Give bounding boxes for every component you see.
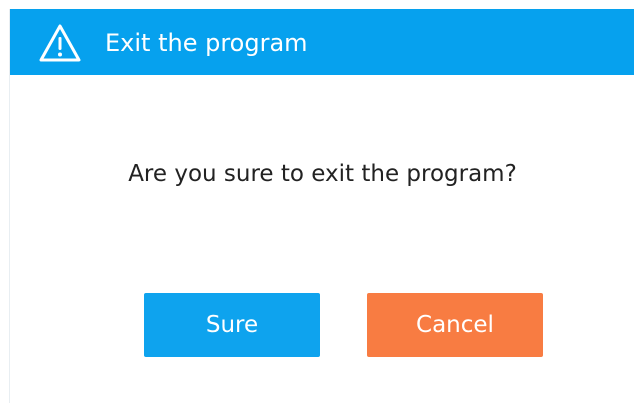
dialog-message: Are you sure to exit the program? <box>128 161 517 187</box>
dialog-title: Exit the program <box>105 29 308 57</box>
exit-dialog: Exit the program Are you sure to exit th… <box>9 9 634 403</box>
dialog-title-bar: Exit the program <box>10 9 634 75</box>
cancel-button[interactable]: Cancel <box>367 293 543 357</box>
warning-icon <box>38 23 82 63</box>
sure-button[interactable]: Sure <box>144 293 320 357</box>
